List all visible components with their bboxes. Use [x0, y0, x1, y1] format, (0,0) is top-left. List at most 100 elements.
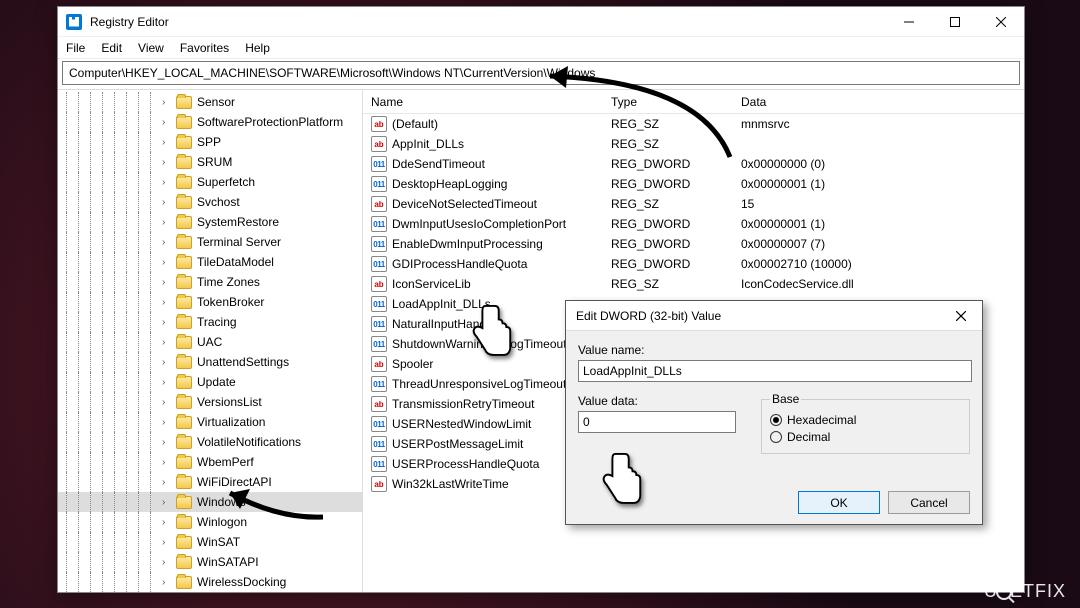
- value-name-input[interactable]: [578, 360, 972, 382]
- folder-icon: [176, 516, 192, 529]
- list-row[interactable]: IconServiceLibREG_SZIconCodecService.dll: [363, 274, 1024, 294]
- column-data[interactable]: Data: [741, 95, 1024, 109]
- tree-item[interactable]: ›TokenBroker: [58, 292, 362, 312]
- tree-item[interactable]: ›SRUM: [58, 152, 362, 172]
- tree-item-label: VolatileNotifications: [197, 435, 301, 449]
- value-name: (Default): [392, 117, 611, 131]
- chevron-right-icon: ›: [162, 377, 174, 388]
- tree-item[interactable]: ›TileDataModel: [58, 252, 362, 272]
- list-row[interactable]: DeviceNotSelectedTimeoutREG_SZ15: [363, 194, 1024, 214]
- column-name[interactable]: Name: [371, 95, 611, 109]
- value-name: AppInit_DLLs: [392, 137, 611, 151]
- column-type[interactable]: Type: [611, 95, 741, 109]
- list-row[interactable]: EnableDwmInputProcessingREG_DWORD0x00000…: [363, 234, 1024, 254]
- folder-icon: [176, 556, 192, 569]
- tree-item[interactable]: ›Svchost: [58, 192, 362, 212]
- edit-dword-dialog: Edit DWORD (32-bit) Value Value name: Va…: [565, 300, 983, 525]
- folder-icon: [176, 336, 192, 349]
- dialog-close-button[interactable]: [940, 301, 982, 331]
- chevron-right-icon: ›: [162, 137, 174, 148]
- folder-icon: [176, 456, 192, 469]
- base-group: Base Hexadecimal Decimal: [761, 392, 970, 454]
- folder-icon: [176, 136, 192, 149]
- list-row[interactable]: DdeSendTimeoutREG_DWORD0x00000000 (0): [363, 154, 1024, 174]
- value-data-label: Value data:: [578, 394, 743, 408]
- tree-item-label: WiFiDirectAPI: [197, 475, 272, 489]
- folder-icon: [176, 316, 192, 329]
- tree-item[interactable]: ›Windows: [58, 492, 362, 512]
- address-bar[interactable]: Computer\HKEY_LOCAL_MACHINE\SOFTWARE\Mic…: [62, 61, 1020, 85]
- tree-item[interactable]: ›Terminal Server: [58, 232, 362, 252]
- tree-item[interactable]: › Update: [58, 372, 362, 392]
- value-icon: [371, 436, 387, 452]
- value-type: REG_SZ: [611, 277, 741, 291]
- list-row[interactable]: (Default)REG_SZmnmsrvc: [363, 114, 1024, 134]
- radio-decimal[interactable]: Decimal: [770, 430, 961, 444]
- close-button[interactable]: [978, 7, 1024, 37]
- folder-icon: [176, 416, 192, 429]
- cancel-button[interactable]: Cancel: [888, 491, 970, 514]
- folder-icon: [176, 356, 192, 369]
- tree-item[interactable]: ›WirelessDocking: [58, 572, 362, 592]
- tree-item[interactable]: ›Virtualization: [58, 412, 362, 432]
- menu-help[interactable]: Help: [245, 41, 270, 55]
- tree-item[interactable]: ›Sensor: [58, 92, 362, 112]
- folder-icon: [176, 296, 192, 309]
- tree-item-label: SRUM: [197, 155, 232, 169]
- folder-icon: [176, 96, 192, 109]
- folder-icon: [176, 176, 192, 189]
- tree-item-label: TokenBroker: [197, 295, 264, 309]
- list-row[interactable]: DwmInputUsesIoCompletionPortREG_DWORD0x0…: [363, 214, 1024, 234]
- tree-item[interactable]: › WiFiDirectAPI: [58, 472, 362, 492]
- minimize-button[interactable]: [886, 7, 932, 37]
- tree-item[interactable]: ›SystemRestore: [58, 212, 362, 232]
- chevron-right-icon: ›: [162, 277, 174, 288]
- tree-item[interactable]: ›Superfetch: [58, 172, 362, 192]
- value-data-input[interactable]: [578, 411, 736, 433]
- chevron-right-icon: ›: [162, 117, 174, 128]
- list-row[interactable]: AppInit_DLLsREG_SZ: [363, 134, 1024, 154]
- folder-icon: [176, 436, 192, 449]
- value-icon: [371, 236, 387, 252]
- menu-file[interactable]: File: [66, 41, 85, 55]
- value-data: 15: [741, 197, 1024, 211]
- value-data: 0x00000001 (1): [741, 217, 1024, 231]
- tree-item[interactable]: ›VolatileNotifications: [58, 432, 362, 452]
- chevron-right-icon: ›: [162, 497, 174, 508]
- tree-item[interactable]: ›WbemPerf: [58, 452, 362, 472]
- maximize-button[interactable]: [932, 7, 978, 37]
- value-type: REG_DWORD: [611, 217, 741, 231]
- radio-icon: [770, 414, 782, 426]
- value-name: DeviceNotSelectedTimeout: [392, 197, 611, 211]
- chevron-right-icon: ›: [162, 237, 174, 248]
- value-name-label: Value name:: [578, 343, 970, 357]
- folder-icon: [176, 496, 192, 509]
- menu-view[interactable]: View: [138, 41, 164, 55]
- dialog-title: Edit DWORD (32-bit) Value: [576, 309, 940, 323]
- tree-item[interactable]: › SPP: [58, 132, 362, 152]
- value-type: REG_DWORD: [611, 257, 741, 271]
- chevron-right-icon: ›: [162, 477, 174, 488]
- tree-item[interactable]: ›Time Zones: [58, 272, 362, 292]
- radio-hexadecimal[interactable]: Hexadecimal: [770, 413, 961, 427]
- menu-favorites[interactable]: Favorites: [180, 41, 229, 55]
- tree-pane[interactable]: ›Sensor›SoftwareProtectionPlatform›SPP›S…: [58, 90, 363, 592]
- tree-item[interactable]: ›VersionsList: [58, 392, 362, 412]
- tree-item-label: SPP: [197, 135, 221, 149]
- tree-item[interactable]: ›SoftwareProtectionPlatform: [58, 112, 362, 132]
- folder-icon: [176, 216, 192, 229]
- menu-edit[interactable]: Edit: [101, 41, 122, 55]
- tree-item[interactable]: ›UnattendSettings: [58, 352, 362, 372]
- tree-item[interactable]: ›Tracing: [58, 312, 362, 332]
- tree-item-label: WbemPerf: [197, 455, 254, 469]
- list-row[interactable]: GDIProcessHandleQuotaREG_DWORD0x00002710…: [363, 254, 1024, 274]
- tree-item[interactable]: ›WinSAT: [58, 532, 362, 552]
- tree-item[interactable]: ›Winlogon: [58, 512, 362, 532]
- value-icon: [371, 416, 387, 432]
- tree-item[interactable]: ›UAC: [58, 332, 362, 352]
- tree-item[interactable]: ›WinSATAPI: [58, 552, 362, 572]
- tree-item-label: Update: [197, 375, 236, 389]
- ok-button[interactable]: OK: [798, 491, 880, 514]
- list-header: Name Type Data: [363, 90, 1024, 114]
- list-row[interactable]: DesktopHeapLoggingREG_DWORD0x00000001 (1…: [363, 174, 1024, 194]
